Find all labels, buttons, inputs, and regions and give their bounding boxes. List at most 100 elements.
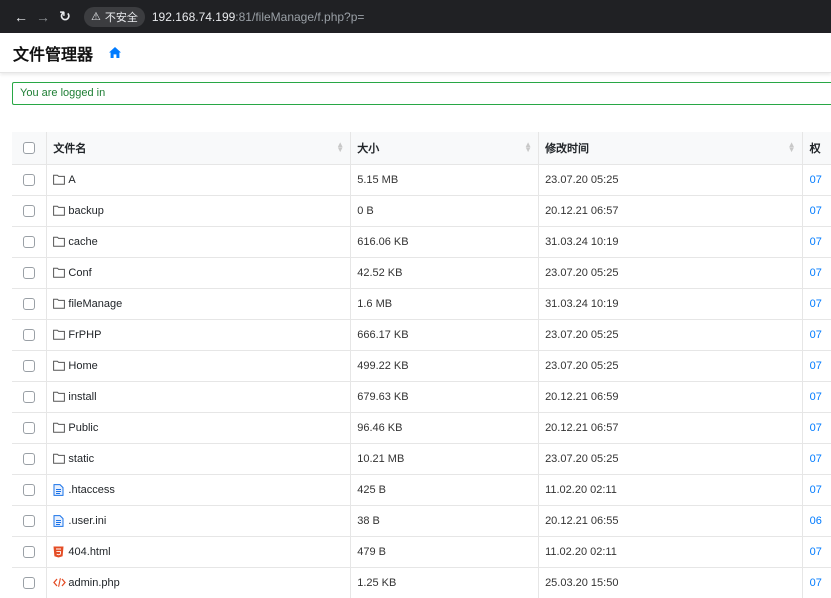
header-size[interactable]: 大小 ▲ ▼ xyxy=(351,132,540,164)
perms-link[interactable]: 07 xyxy=(803,413,831,443)
perms-link[interactable]: 07 xyxy=(803,320,831,350)
file-link[interactable]: fileManage xyxy=(53,298,122,310)
table-row[interactable]: Home 499.22 KB 23.07.20 05:25 07 xyxy=(12,350,831,381)
text-file-icon xyxy=(53,484,65,496)
row-checkbox[interactable] xyxy=(23,329,36,341)
table-row[interactable]: static 10.21 MB 23.07.20 05:25 07 xyxy=(12,443,831,474)
file-link[interactable]: Home xyxy=(53,360,98,372)
perms-link[interactable]: 07 xyxy=(803,351,831,381)
app-brand[interactable]: 文件管理器 xyxy=(13,41,93,65)
name-cell: 404.html xyxy=(47,537,352,567)
row-checkbox[interactable] xyxy=(23,453,36,465)
modified-cell: 31.03.24 10:19 xyxy=(539,227,803,257)
size-cell: 679.63 KB xyxy=(351,382,540,412)
size-cell: 1.25 KB xyxy=(351,568,540,598)
row-checkbox[interactable] xyxy=(23,174,36,186)
table-row[interactable]: FrPHP 666.17 KB 23.07.20 05:25 07 xyxy=(12,319,831,350)
size-cell: 425 B xyxy=(351,475,540,505)
home-icon[interactable] xyxy=(108,46,122,59)
header-name[interactable]: 文件名 ▲ ▼ xyxy=(47,132,352,164)
row-checkbox[interactable] xyxy=(23,577,36,589)
table-row[interactable]: .htaccess 425 B 11.02.20 02:11 07 xyxy=(12,474,831,505)
size-cell: 666.17 KB xyxy=(351,320,540,350)
file-link[interactable]: Public xyxy=(53,422,98,434)
name-cell: admin.php xyxy=(47,568,352,598)
row-checkbox[interactable] xyxy=(23,484,36,496)
name-cell: backup xyxy=(47,196,352,226)
file-link[interactable]: backup xyxy=(53,205,104,217)
modified-cell: 20.12.21 06:59 xyxy=(539,382,803,412)
row-check-cell xyxy=(12,351,48,381)
code-icon xyxy=(53,577,67,589)
table-row[interactable]: fileManage 1.6 MB 31.03.24 10:19 07 xyxy=(12,288,831,319)
forward-arrow-icon[interactable]: → xyxy=(32,9,54,25)
perms-link[interactable]: 07 xyxy=(803,475,831,505)
file-name: fileManage xyxy=(68,298,123,310)
folder-icon xyxy=(53,298,66,310)
file-link[interactable]: FrPHP xyxy=(53,329,101,341)
security-indicator[interactable]: ⚠ 不安全 xyxy=(84,6,145,27)
row-checkbox[interactable] xyxy=(23,391,36,403)
table-row[interactable]: admin.php 1.25 KB 25.03.20 15:50 07 xyxy=(12,567,831,598)
perms-link[interactable]: 07 xyxy=(803,382,831,412)
file-name: .user.ini xyxy=(68,515,107,527)
row-checkbox[interactable] xyxy=(23,236,36,248)
table-row[interactable]: .user.ini 38 B 20.12.21 06:55 06 xyxy=(12,505,831,536)
row-check-cell xyxy=(12,382,48,412)
perms-link[interactable]: 07 xyxy=(803,568,831,598)
file-link[interactable]: admin.php xyxy=(53,577,120,589)
file-link[interactable]: static xyxy=(53,453,94,465)
row-check-cell xyxy=(12,258,48,288)
perms-link[interactable]: 07 xyxy=(803,165,831,195)
perms-link[interactable]: 07 xyxy=(803,196,831,226)
file-link[interactable]: cache xyxy=(53,236,98,248)
row-check-cell xyxy=(12,227,48,257)
perms-link[interactable]: 07 xyxy=(803,537,831,567)
file-link[interactable]: .user.ini xyxy=(53,515,106,527)
insecure-label: 不安全 xyxy=(104,11,138,24)
table-row[interactable]: 404.html 479 B 11.02.20 02:11 07 xyxy=(12,536,831,567)
name-cell: Home xyxy=(47,351,352,381)
perms-link[interactable]: 06 xyxy=(803,506,831,536)
warning-triangle-icon: ⚠ xyxy=(91,11,101,23)
row-check-cell xyxy=(12,320,48,350)
file-link[interactable]: .htaccess xyxy=(53,484,115,496)
perms-link[interactable]: 07 xyxy=(803,444,831,474)
perms-link[interactable]: 07 xyxy=(803,227,831,257)
table-row[interactable]: backup 0 B 20.12.21 06:57 07 xyxy=(12,195,831,226)
file-link[interactable]: 404.html xyxy=(53,546,111,558)
table-row[interactable]: Public 96.46 KB 20.12.21 06:57 07 xyxy=(12,412,831,443)
row-check-cell xyxy=(12,413,48,443)
row-checkbox[interactable] xyxy=(23,360,36,372)
row-checkbox[interactable] xyxy=(23,205,36,217)
folder-icon xyxy=(53,174,66,186)
name-cell: static xyxy=(47,444,352,474)
table-row[interactable]: A 5.15 MB 23.07.20 05:25 07 xyxy=(12,164,831,195)
table-row[interactable]: cache 616.06 KB 31.03.24 10:19 07 xyxy=(12,226,831,257)
perms-link[interactable]: 07 xyxy=(803,258,831,288)
file-link[interactable]: Conf xyxy=(53,267,92,279)
table-row[interactable]: install 679.63 KB 20.12.21 06:59 07 xyxy=(12,381,831,412)
perms-link[interactable]: 07 xyxy=(803,289,831,319)
back-arrow-icon[interactable]: ← xyxy=(10,9,32,25)
size-cell: 10.21 MB xyxy=(351,444,540,474)
row-checkbox[interactable] xyxy=(23,546,36,558)
modified-cell: 31.03.24 10:19 xyxy=(539,289,803,319)
file-link[interactable]: A xyxy=(53,174,76,186)
header-perms[interactable]: 权 xyxy=(803,132,831,164)
table-row[interactable]: Conf 42.52 KB 23.07.20 05:25 07 xyxy=(12,257,831,288)
row-check-cell xyxy=(12,506,48,536)
modified-cell: 20.12.21 06:57 xyxy=(539,196,803,226)
file-link[interactable]: install xyxy=(53,391,97,403)
size-cell: 96.46 KB xyxy=(351,413,540,443)
header-modified[interactable]: 修改时间 ▲ ▼ xyxy=(539,132,803,164)
row-checkbox[interactable] xyxy=(23,515,36,527)
row-checkbox[interactable] xyxy=(23,422,36,434)
reload-icon[interactable]: ↻ xyxy=(54,8,76,25)
folder-icon xyxy=(53,422,66,434)
select-all-checkbox[interactable] xyxy=(23,142,36,154)
row-checkbox[interactable] xyxy=(23,298,36,310)
row-checkbox[interactable] xyxy=(23,267,36,279)
address-bar[interactable]: ⚠ 不安全 192.168.74.199:81/fileManage/f.php… xyxy=(84,6,364,27)
name-cell: A xyxy=(47,165,352,195)
